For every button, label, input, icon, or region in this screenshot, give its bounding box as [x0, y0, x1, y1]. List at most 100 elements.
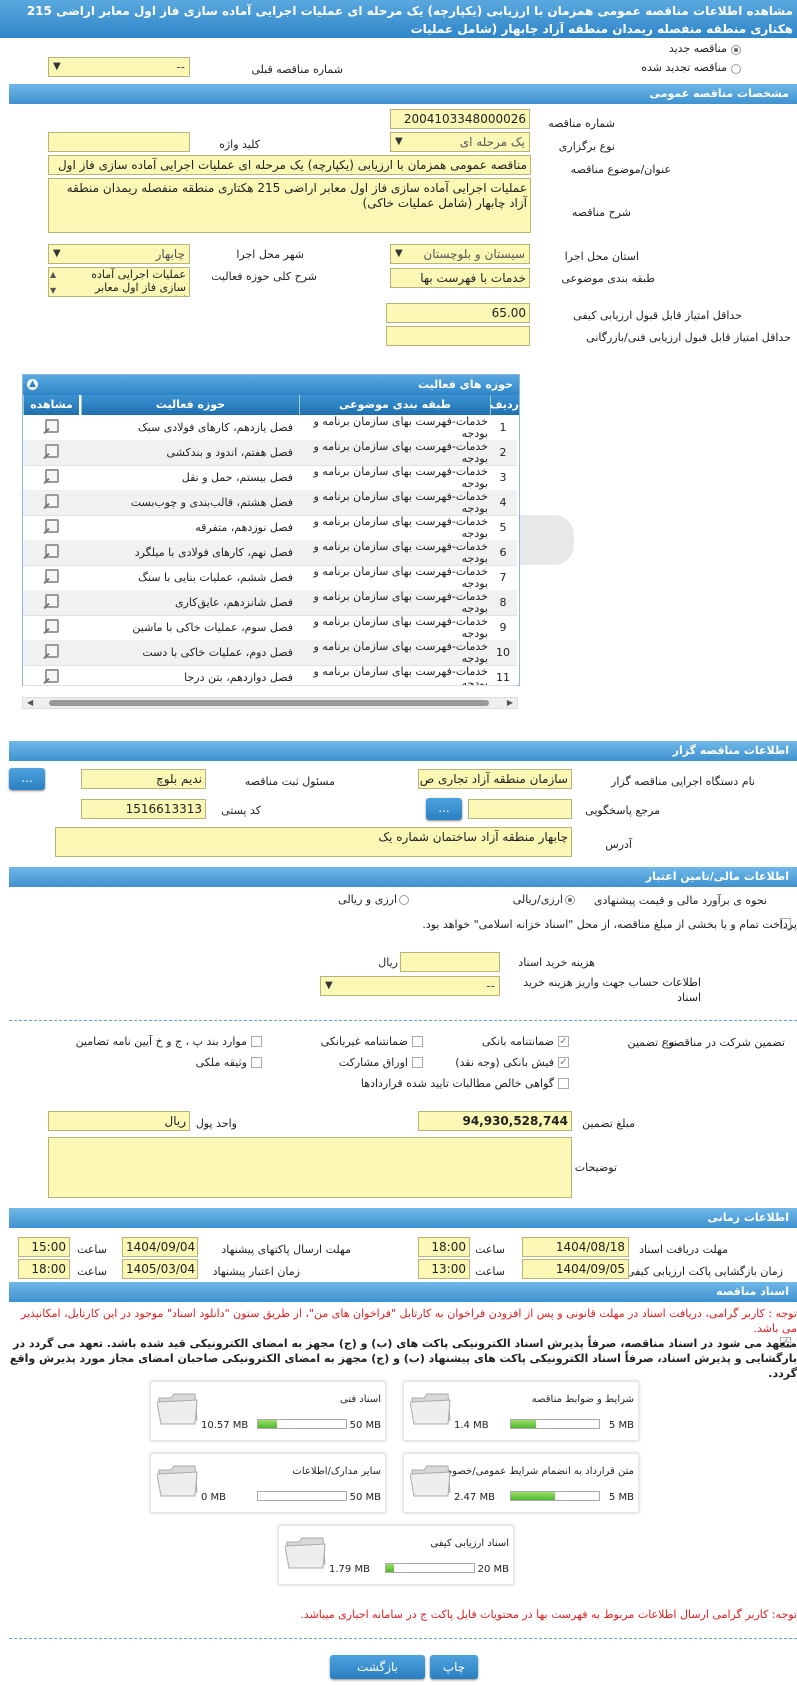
org-field[interactable]: سازمان منطقه آزاد تجاری ص — [418, 769, 572, 789]
file-box-other[interactable]: سایر مدارک/اطلاعات 50 MB 0 MB — [150, 1453, 386, 1513]
view-magnifier-icon[interactable] — [45, 544, 59, 558]
address-field[interactable]: چابهار منطقه آزاد ساختمان شماره یک — [55, 827, 572, 857]
table-row: 9 خدمات-فهرست بهای سازمان برنامه و بودجه ف… — [23, 615, 517, 641]
view-magnifier-icon[interactable] — [45, 469, 59, 483]
org-label: نام دستگاه اجرایی مناقصه گزار — [611, 775, 755, 788]
col-row-number: ردیف — [490, 395, 519, 415]
opening-time-label: زمان بازگشایی پاکت ارزیابی کیفی — [625, 1265, 783, 1278]
horizontal-scrollbar[interactable]: ◀ ▶ — [22, 697, 518, 709]
col-category: طبقه بندی موضوعی — [299, 395, 490, 415]
receive-time-field[interactable]: 18:00 — [418, 1237, 470, 1257]
notes-field[interactable] — [48, 1137, 572, 1198]
print-button[interactable]: چاپ — [430, 1655, 478, 1679]
min-tech-field[interactable] — [386, 326, 530, 346]
table-row: 1 خدمات-فهرست بهای سازمان برنامه و بودجه ف… — [23, 415, 517, 441]
send-time-field[interactable]: 15:00 — [18, 1237, 70, 1257]
subject-label: عنوان/موضوع مناقصه — [570, 163, 671, 176]
guarantee-amount-label: مبلغ تضمین — [582, 1117, 635, 1130]
currency-rial-radio[interactable] — [399, 895, 409, 905]
reference-lookup-button[interactable]: ... — [426, 798, 462, 820]
view-magnifier-icon[interactable] — [45, 569, 59, 583]
validity-time-label: ساعت — [77, 1265, 107, 1278]
bank-guarantee-checkbox[interactable]: ✓ — [558, 1036, 569, 1047]
scroll-up-icon[interactable]: ▲ — [50, 270, 56, 279]
prev-number-select[interactable]: -- ▼ — [48, 57, 190, 77]
view-magnifier-icon[interactable] — [45, 669, 59, 683]
property-collateral-checkbox[interactable] — [251, 1057, 262, 1068]
send-time-label: ساعت — [77, 1243, 107, 1256]
estimate-label: نحوه ی برآورد مالی و قیمت پیشنهادی — [593, 894, 767, 907]
file-current-size: 1.79 MB — [329, 1564, 370, 1575]
guarantee-type-label: نوع تضمین — [627, 1036, 677, 1049]
currency-unit-field[interactable]: ریال — [48, 1111, 190, 1131]
nonbank-guarantee-checkbox[interactable] — [412, 1036, 423, 1047]
guarantee-amount-field[interactable]: 94,930,528,744 — [418, 1111, 572, 1131]
receivables-checkbox[interactable] — [558, 1078, 569, 1089]
receive-date-field[interactable]: 1404/08/18 — [522, 1237, 629, 1257]
rial-radio[interactable] — [565, 895, 575, 905]
scroll-left-icon[interactable]: ◀ — [27, 698, 33, 707]
scrollbar-thumb[interactable] — [49, 700, 489, 706]
scroll-down-icon[interactable]: ▼ — [50, 286, 56, 295]
opening-hour-field[interactable]: 13:00 — [418, 1259, 470, 1279]
holding-type-label: نوع برگزاری — [558, 140, 615, 153]
account-select[interactable]: -- ▼ — [320, 976, 500, 996]
file-box-quality[interactable]: اسناد ارزیابی کیفی 20 MB 1.79 MB — [278, 1525, 514, 1585]
folder-icon — [410, 1393, 451, 1425]
city-select[interactable]: چابهار ▼ — [48, 244, 190, 264]
bonds-checkbox[interactable] — [412, 1057, 423, 1068]
chevron-down-icon: ▼ — [53, 248, 61, 259]
view-magnifier-icon[interactable] — [45, 594, 59, 608]
view-magnifier-icon[interactable] — [45, 644, 59, 658]
regulation-items-checkbox[interactable] — [251, 1036, 262, 1047]
validity-date-field[interactable]: 1405/03/04 — [122, 1259, 198, 1279]
file-progress-fill — [386, 1564, 394, 1572]
finance-section-header: اطلاعات مالی/تامین اعتبار — [9, 867, 797, 887]
opening-date-field[interactable]: 1404/09/05 — [522, 1259, 629, 1279]
tender-number-field[interactable]: 2004103348000026 — [390, 109, 530, 129]
back-button[interactable]: بازگشت — [330, 1655, 425, 1679]
view-magnifier-icon[interactable] — [45, 619, 59, 633]
scroll-right-icon[interactable]: ▶ — [507, 698, 513, 707]
cash-receipt-checkbox[interactable]: ✓ — [558, 1057, 569, 1068]
file-box-terms[interactable]: شرایط و ضوابط مناقصه 5 MB 1.4 MB — [403, 1381, 639, 1441]
file-box-contract[interactable]: متن قرارداد به انضمام شرایط عمومی/خصوصی … — [403, 1453, 639, 1513]
postal-code-field[interactable]: 1516613313 — [81, 799, 206, 819]
new-tender-label: مناقصه جدید — [668, 42, 727, 55]
keyword-field[interactable] — [48, 132, 190, 152]
validity-time-field[interactable]: 18:00 — [18, 1259, 70, 1279]
view-magnifier-icon[interactable] — [45, 494, 59, 508]
subject-field[interactable]: مناقصه عمومی همزمان با ارزیابی (یکپارچه)… — [48, 155, 531, 175]
collapse-icon[interactable]: ▲ — [27, 379, 38, 390]
new-tender-radio[interactable] — [731, 45, 741, 55]
holding-type-select[interactable]: یک مرحله ای ▼ — [390, 132, 530, 152]
city-label: شهر محل اجرا — [236, 248, 304, 261]
reference-field[interactable] — [468, 799, 572, 819]
file-current-size: 1.4 MB — [454, 1420, 489, 1431]
view-magnifier-icon[interactable] — [45, 444, 59, 458]
scope-field[interactable]: عملیات اجرایی آماده سازی فاز اول معابر ا… — [48, 267, 190, 297]
view-magnifier-icon[interactable] — [45, 519, 59, 533]
nonbank-guarantee-label: ضمانتنامه غیربانکی — [320, 1035, 408, 1048]
renewed-tender-radio[interactable] — [731, 64, 741, 74]
officer-lookup-button[interactable]: ... — [9, 768, 45, 790]
file-name: متن قرارداد به انضمام شرایط عمومی/خصوصی — [435, 1466, 634, 1477]
file-name: سایر مدارک/اطلاعات — [292, 1466, 381, 1477]
description-field[interactable]: عملیات اجرایی آماده سازی فاز اول معابر ا… — [48, 178, 531, 233]
download-notice: توجه : کاربر گرامی، دریافت اسناد در مهلت… — [20, 1307, 797, 1335]
activities-header: حوزه های فعالیت — [23, 375, 519, 395]
view-magnifier-icon[interactable] — [45, 419, 59, 433]
table-row: 11 خدمات-فهرست بهای سازمان برنامه و بودجه… — [23, 665, 517, 686]
file-current-size: 10.57 MB — [201, 1420, 249, 1431]
receive-deadline-label: مهلت دریافت اسناد — [639, 1243, 728, 1256]
officer-field[interactable]: ندیم بلوچ — [81, 769, 206, 789]
keyword-label: کلید واژه — [219, 138, 260, 151]
send-date-field[interactable]: 1404/09/04 — [122, 1237, 198, 1257]
file-box-technical[interactable]: اسناد فنی 50 MB 10.57 MB — [150, 1381, 386, 1441]
file-name: شرایط و ضوابط مناقصه — [531, 1394, 634, 1405]
province-select[interactable]: سیستان و بلوچستان ▼ — [390, 244, 530, 264]
doc-cost-field[interactable] — [400, 952, 500, 972]
min-quality-field[interactable]: 65.00 — [386, 303, 530, 323]
general-section-header: مشخصات مناقصه عمومی — [9, 84, 797, 104]
category-field[interactable]: خدمات با فهرست بها — [390, 268, 530, 288]
